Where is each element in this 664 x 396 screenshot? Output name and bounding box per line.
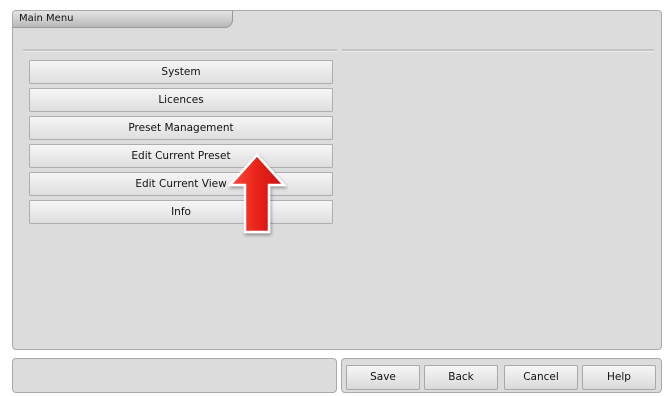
right-divider <box>342 49 654 52</box>
main-menu-panel: Main Menu System Licences Preset Managem… <box>12 10 662 350</box>
up-arrow-icon <box>227 153 287 234</box>
licences-button[interactable]: Licences <box>29 88 333 112</box>
help-button[interactable]: Help <box>582 365 656 390</box>
cancel-button[interactable]: Cancel <box>504 365 578 390</box>
save-button[interactable]: Save <box>346 365 420 390</box>
screen: Main Menu System Licences Preset Managem… <box>0 0 664 396</box>
system-button[interactable]: System <box>29 60 333 84</box>
left-divider <box>23 49 337 52</box>
status-area <box>12 358 337 393</box>
back-button[interactable]: Back <box>424 365 498 390</box>
preset-management-button[interactable]: Preset Management <box>29 116 333 140</box>
action-bar: Save Back Cancel Help <box>341 358 662 393</box>
window-title: Main Menu <box>13 11 233 28</box>
